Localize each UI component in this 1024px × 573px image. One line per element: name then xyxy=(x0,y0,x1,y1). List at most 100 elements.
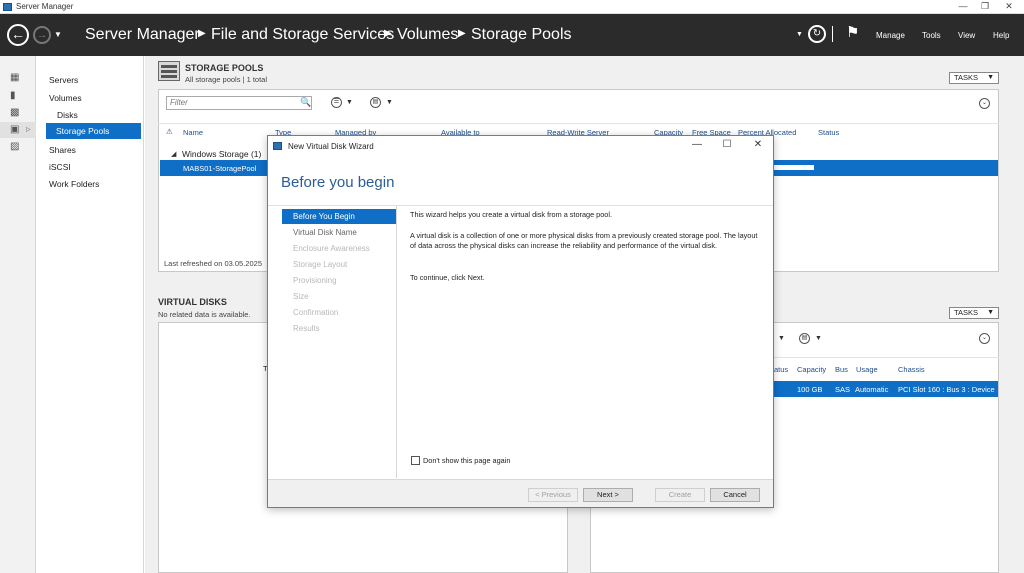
history-dropdown-icon[interactable]: ▼ xyxy=(54,30,62,39)
breadcrumb-separator-icon: ▶ xyxy=(198,28,206,39)
capacity-cell: 100 GB xyxy=(797,385,823,394)
description-paragraph: A virtual disk is a collection of one or… xyxy=(410,231,758,250)
nav-disks[interactable]: Disks xyxy=(57,110,78,120)
step-before-you-begin[interactable]: Before You Begin xyxy=(293,212,355,221)
storage-pools-subtitle: All storage pools | 1 total xyxy=(185,75,267,84)
breadcrumb-file-storage[interactable]: File and Storage Services xyxy=(211,26,394,44)
storage-pools-filter-input[interactable]: Filter xyxy=(166,96,312,110)
step-confirmation: Confirmation xyxy=(293,308,339,317)
cancel-button[interactable]: Cancel xyxy=(710,488,760,502)
step-virtual-disk-name: Virtual Disk Name xyxy=(293,228,357,237)
group-collapse-icon[interactable]: ◢ xyxy=(171,150,176,158)
dont-show-again-checkbox[interactable] xyxy=(411,456,420,465)
warning-column-icon: ⚠ xyxy=(166,127,173,136)
close-window-button[interactable]: ✕ xyxy=(998,0,1020,13)
window-title-bar: Server Manager — ❐ ✕ xyxy=(0,0,1024,14)
nav-shares[interactable]: Shares xyxy=(49,145,76,155)
percent-allocated-bar xyxy=(774,165,814,170)
breadcrumb-storage-pools[interactable]: Storage Pools xyxy=(471,26,572,44)
nav-storage-pools-label: Storage Pools xyxy=(56,126,110,136)
breadcrumb-volumes[interactable]: Volumes xyxy=(397,26,458,44)
expand-arrow-icon[interactable]: ▷ xyxy=(26,126,31,133)
menu-help[interactable]: Help xyxy=(993,31,1009,40)
header-divider xyxy=(158,123,999,124)
nav-iscsi[interactable]: iSCSI xyxy=(49,162,71,172)
virtual-disks-title: VIRTUAL DISKS xyxy=(158,297,227,307)
column-status[interactable]: Status xyxy=(818,128,839,137)
save-query-dropdown-icon[interactable]: ▼ xyxy=(386,99,393,106)
local-server-icon[interactable]: ▮ xyxy=(10,91,21,101)
column-usage[interactable]: Usage xyxy=(856,365,878,374)
search-icon[interactable]: 🔍 xyxy=(300,97,311,108)
refresh-icon[interactable]: ↻ xyxy=(808,25,826,43)
continue-paragraph: To continue, click Next. xyxy=(410,273,485,282)
dialog-minimize-button[interactable]: — xyxy=(687,139,707,150)
all-servers-icon[interactable]: ▩ xyxy=(10,108,21,118)
tasks-dropdown-icon: ▼ xyxy=(987,74,994,81)
column-name[interactable]: Name xyxy=(183,128,203,137)
menu-view[interactable]: View xyxy=(958,31,975,40)
step-enclosure-awareness: Enclosure Awareness xyxy=(293,244,370,253)
step-storage-layout: Storage Layout xyxy=(293,260,348,269)
step-results: Results xyxy=(293,324,320,333)
storage-pools-title: STORAGE POOLS xyxy=(185,63,264,73)
breadcrumb-separator-icon: ▶ xyxy=(384,28,392,39)
next-button[interactable]: Next > xyxy=(583,488,633,502)
create-button[interactable]: Create xyxy=(655,488,705,502)
dashboard-icon[interactable]: ▦ xyxy=(10,73,21,83)
collapse-icon[interactable]: ⌄ xyxy=(979,98,990,109)
storage-pools-section-icon xyxy=(158,61,180,81)
dialog-maximize-button[interactable]: ☐ xyxy=(717,139,737,150)
save-query-icon[interactable]: ▤ xyxy=(799,333,810,344)
collapse-icon[interactable]: ⌄ xyxy=(979,333,990,344)
tasks-label: TASKS xyxy=(954,308,979,317)
dont-show-again-label: Don't show this page again xyxy=(423,456,511,465)
nav-volumes[interactable]: Volumes xyxy=(49,93,82,103)
step-provisioning: Provisioning xyxy=(293,276,337,285)
wizard-steps: Before You Begin Virtual Disk Name Enclo… xyxy=(268,206,397,478)
save-query-icon[interactable]: ▤ xyxy=(370,97,381,108)
virtual-disks-subtitle: No related data is available. xyxy=(158,310,251,319)
column-status[interactable]: atus xyxy=(774,365,788,374)
column-capacity[interactable]: Capacity xyxy=(797,365,826,374)
breadcrumb-server-manager[interactable]: Server Manager xyxy=(85,26,200,44)
column-chassis[interactable]: Chassis xyxy=(898,365,925,374)
forward-button[interactable]: → xyxy=(33,26,51,44)
filter-options-dropdown-icon[interactable]: ▼ xyxy=(346,99,353,106)
pool-name-cell: MABS01-StoragePool xyxy=(183,164,257,173)
physical-disks-tasks-button[interactable]: TASKS ▼ xyxy=(949,307,999,319)
header-divider xyxy=(832,26,833,42)
dialog-title: New Virtual Disk Wizard xyxy=(288,142,374,151)
back-button[interactable]: ← xyxy=(7,24,29,46)
bus-cell: SAS xyxy=(835,385,851,394)
tasks-dropdown-icon: ▼ xyxy=(987,309,994,316)
filter-options-icon[interactable]: ☰ xyxy=(331,97,342,108)
save-query-dropdown-icon[interactable]: ▼ xyxy=(815,335,822,342)
column-bus[interactable]: Bus xyxy=(835,365,848,374)
window-title: Server Manager xyxy=(16,2,74,11)
nav-servers[interactable]: Servers xyxy=(49,75,78,85)
group-windows-storage[interactable]: Windows Storage (1) xyxy=(182,149,261,159)
storage-pools-tasks-button[interactable]: TASKS ▼ xyxy=(949,72,999,84)
new-virtual-disk-wizard-dialog: New Virtual Disk Wizard — ☐ ✕ Before you… xyxy=(267,135,774,508)
restore-button[interactable]: ❐ xyxy=(974,0,996,13)
dialog-close-button[interactable]: ✕ xyxy=(748,139,768,150)
menu-tools[interactable]: Tools xyxy=(922,31,941,40)
dialog-footer: < Previous Next > Create Cancel xyxy=(268,479,773,507)
wizard-heading: Before you begin xyxy=(281,174,395,191)
nav-storage-pools[interactable]: Storage Pools xyxy=(46,123,141,139)
file-storage-services-icon[interactable]: ▣ xyxy=(10,125,21,135)
notifications-flag-icon[interactable]: ⚑ xyxy=(846,23,859,41)
refresh-dropdown-icon[interactable]: ▼ xyxy=(796,31,803,38)
filter-options-dropdown-icon[interactable]: ▼ xyxy=(778,335,785,342)
nav-work-folders[interactable]: Work Folders xyxy=(49,179,99,189)
breadcrumb-separator-icon: ▶ xyxy=(458,28,466,39)
tasks-label: TASKS xyxy=(954,73,979,82)
minimize-button[interactable]: — xyxy=(952,0,974,13)
last-refreshed-text: Last refreshed on 03.05.2025 xyxy=(164,259,262,268)
iis-icon[interactable]: ▨ xyxy=(10,142,21,152)
table-row[interactable]: 100 GB SAS Automatic PCI Slot 160 : Bus … xyxy=(774,381,998,397)
server-manager-app-icon xyxy=(3,3,12,11)
previous-button[interactable]: < Previous xyxy=(528,488,578,502)
menu-manage[interactable]: Manage xyxy=(876,31,905,40)
